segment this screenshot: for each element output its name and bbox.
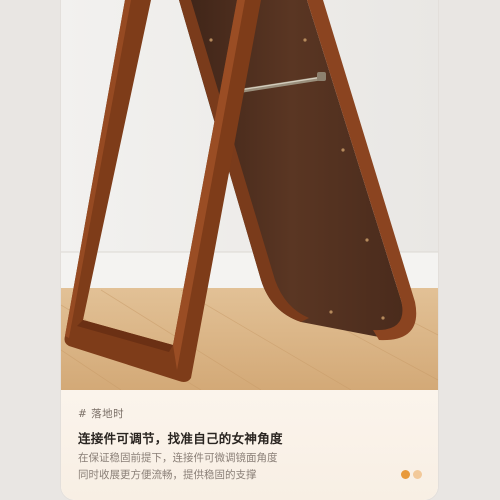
carousel-dot[interactable] — [413, 470, 422, 479]
caption-body: 在保证稳固前提下，连接件可微调镜面角度 同时收展更方便流畅，提供稳固的支撑 — [78, 450, 378, 484]
carousel-indicator — [401, 470, 422, 479]
page: # 落地时 连接件可调节，找准自己的女神角度 在保证稳固前提下，连接件可微调镜面… — [0, 0, 500, 500]
product-photo — [61, 0, 438, 390]
caption-body-line: 同时收展更方便流畅，提供稳固的支撑 — [78, 469, 257, 481]
caption-headline: 连接件可调节，找准自己的女神角度 — [78, 431, 283, 446]
caption-body-line: 在保证稳固前提下，连接件可微调镜面角度 — [78, 452, 278, 464]
caption-panel: # 落地时 连接件可调节，找准自己的女神角度 在保证稳固前提下，连接件可微调镜面… — [61, 390, 438, 500]
carousel-dot-active[interactable] — [401, 470, 410, 479]
product-card: # 落地时 连接件可调节，找准自己的女神角度 在保证稳固前提下，连接件可微调镜面… — [61, 0, 438, 500]
section-tag: # 落地时 — [78, 408, 125, 420]
